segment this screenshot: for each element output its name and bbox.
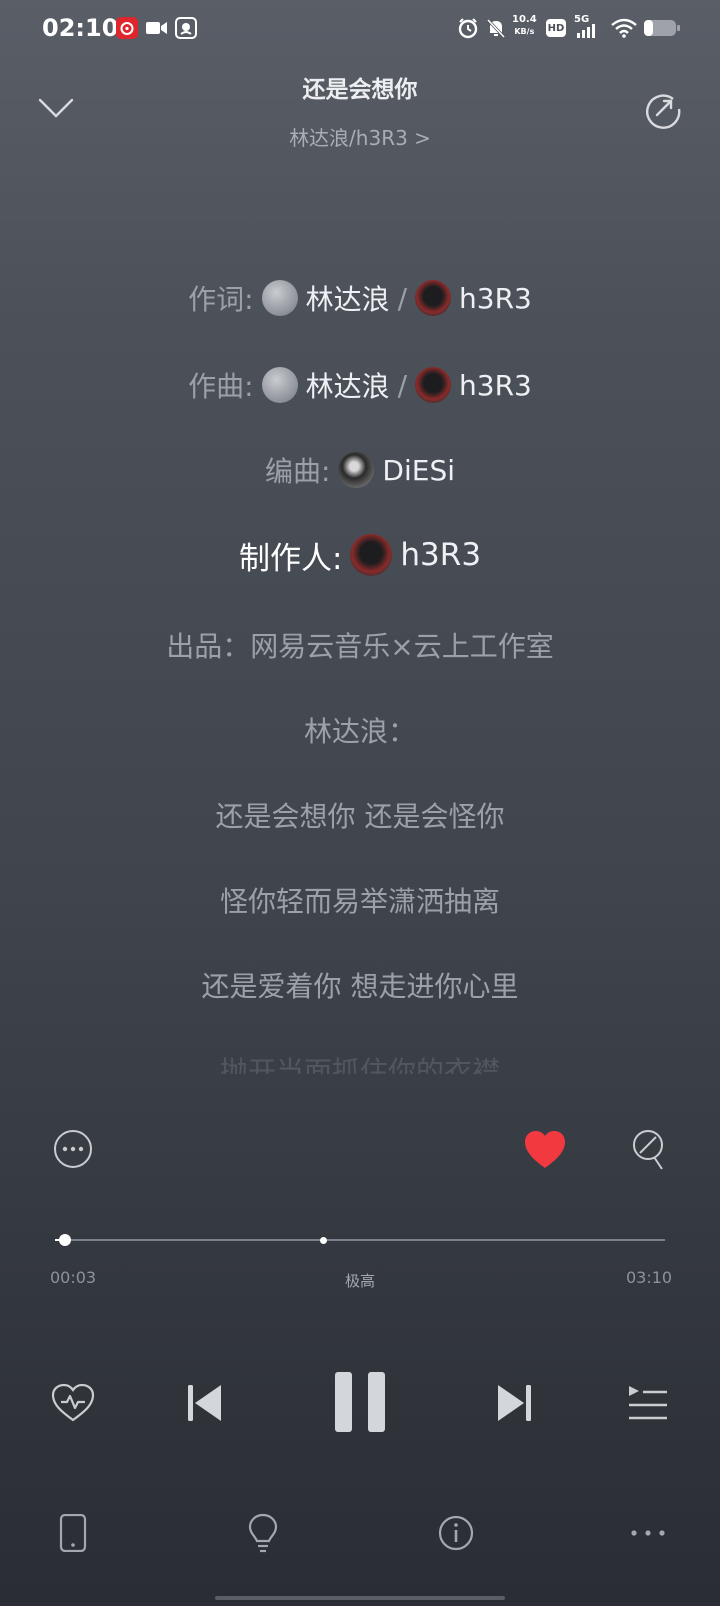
- mute-bell-icon: [484, 16, 508, 40]
- buffer-marker: [319, 1237, 327, 1244]
- net-speed: 10.4 KB/s: [512, 14, 537, 38]
- more-dots-icon[interactable]: [628, 1520, 668, 1546]
- home-indicator[interactable]: [215, 1596, 505, 1600]
- previous-track-icon[interactable]: [185, 1382, 225, 1424]
- lyric-line[interactable]: 出品：网易云音乐×云上工作室: [0, 625, 720, 665]
- playlist-icon[interactable]: [626, 1382, 670, 1424]
- progress-track[interactable]: [55, 1239, 665, 1241]
- avatar[interactable]: [415, 367, 452, 403]
- credit-composer: 作曲: 林达浪 / h3R3: [0, 365, 720, 405]
- quality-label[interactable]: 极高: [0, 1270, 720, 1291]
- credit-arranger: 编曲: DiESi: [0, 450, 720, 490]
- total-time: 03:10: [626, 1268, 673, 1287]
- avatar[interactable]: [338, 452, 375, 488]
- credit-label: 制作人:: [238, 540, 343, 577]
- battery-icon: [642, 16, 682, 40]
- signal-icon: 5G: [572, 14, 602, 40]
- credit-label: 编曲:: [264, 455, 331, 488]
- credit-label: 作曲:: [188, 370, 254, 403]
- net-speed-unit: KB/s: [514, 27, 535, 36]
- alarm-icon: [456, 16, 480, 40]
- info-icon[interactable]: [436, 1513, 476, 1553]
- credit-name[interactable]: h3R3: [459, 369, 532, 402]
- avatar[interactable]: [415, 280, 452, 316]
- credit-name[interactable]: DiESi: [382, 454, 455, 487]
- credit-separator: /: [397, 281, 408, 315]
- avatar[interactable]: [261, 367, 298, 403]
- credit-producer: 制作人: h3R3: [0, 533, 720, 577]
- song-title: 还是会想你: [302, 77, 418, 103]
- credit-name[interactable]: 林达浪: [306, 365, 390, 405]
- credit-name[interactable]: 林达浪: [306, 278, 390, 318]
- lyric-line[interactable]: 还是会想你 还是会怪你: [0, 795, 720, 835]
- more-options-icon[interactable]: [52, 1128, 94, 1170]
- credit-lyricist: 作词: 林达浪 / h3R3: [0, 278, 720, 318]
- like-heart-icon[interactable]: [522, 1128, 568, 1172]
- video-camera-icon: [145, 16, 169, 40]
- lyric-line[interactable]: 林达浪：: [0, 710, 720, 750]
- hd-badge: HD: [545, 16, 567, 40]
- share-icon[interactable]: [640, 86, 686, 132]
- credit-label: 作词:: [188, 283, 254, 316]
- avatar[interactable]: [350, 534, 393, 576]
- avatar[interactable]: [261, 280, 298, 316]
- artist-link[interactable]: 林达浪/h3R3 >: [0, 122, 720, 151]
- lightbulb-icon[interactable]: [246, 1512, 280, 1554]
- lyric-line[interactable]: 抛开当面抓住你的衣襟: [0, 1050, 720, 1074]
- credit-name[interactable]: h3R3: [400, 537, 481, 573]
- netease-music-icon: [115, 16, 139, 40]
- status-bar: 02:10 10.4 KB/s HD 5G: [0, 0, 720, 58]
- pause-icon[interactable]: [330, 1370, 390, 1434]
- progress-thumb[interactable]: [58, 1234, 71, 1246]
- heart-mode-icon[interactable]: [50, 1380, 96, 1426]
- wifi-icon: [610, 16, 638, 40]
- signal-label: 5G: [574, 14, 590, 25]
- lyric-line[interactable]: 怪你轻而易举潇洒抽离: [0, 880, 720, 920]
- lyric-line[interactable]: 还是爱着你 想走进你心里: [0, 965, 720, 1005]
- qq-icon: [174, 16, 198, 40]
- hd-badge-label: HD: [546, 19, 566, 37]
- net-speed-value: 10.4: [512, 14, 537, 25]
- comment-bubble-icon[interactable]: [630, 1128, 670, 1174]
- status-time: 02:10: [42, 14, 119, 42]
- credit-separator: /: [397, 368, 408, 402]
- device-phone-icon[interactable]: [56, 1513, 90, 1553]
- next-track-icon[interactable]: [494, 1382, 534, 1424]
- credit-name[interactable]: h3R3: [459, 282, 532, 315]
